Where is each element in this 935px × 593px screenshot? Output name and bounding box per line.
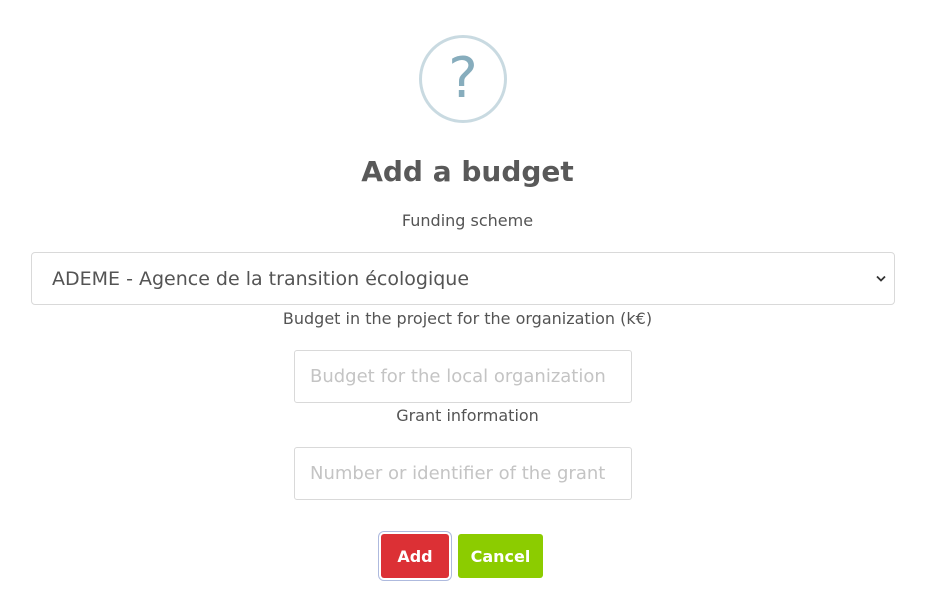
funding-scheme-selected-value: ADEME - Agence de la transition écologiq…: [52, 267, 470, 290]
grant-input[interactable]: [294, 447, 632, 500]
add-button[interactable]: Add: [381, 534, 449, 578]
dialog-title: Add a budget: [361, 155, 574, 188]
question-mark-glyph: ?: [448, 46, 478, 111]
grant-label: Grant information: [396, 406, 539, 425]
chevron-down-icon: [876, 272, 886, 285]
funding-scheme-label: Funding scheme: [401, 211, 534, 230]
question-mark-icon: ?: [419, 35, 507, 123]
funding-scheme-select[interactable]: ADEME - Agence de la transition écologiq…: [31, 252, 895, 305]
budget-input[interactable]: [294, 350, 632, 403]
budget-label: Budget in the project for the organizati…: [282, 309, 653, 328]
cancel-button[interactable]: Cancel: [458, 534, 543, 578]
add-budget-dialog: ? Add a budget Funding scheme ADEME - Ag…: [0, 0, 935, 593]
